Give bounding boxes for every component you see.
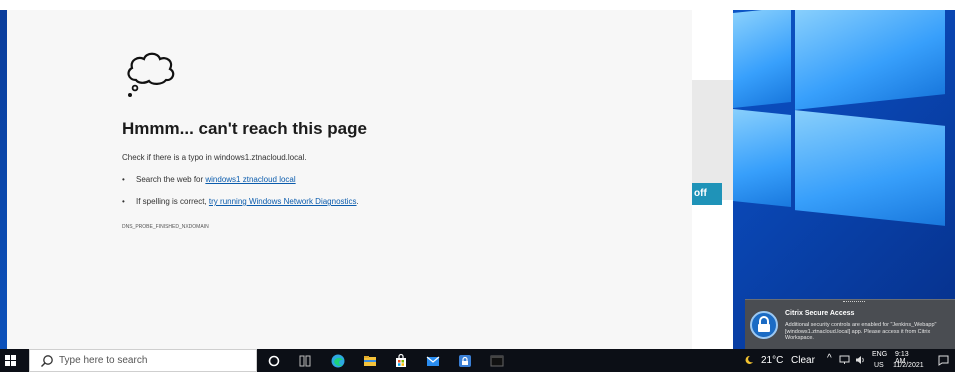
- clock-date[interactable]: 11/2/2021: [893, 362, 924, 369]
- search-web-link[interactable]: windows1 ztnacloud local: [205, 175, 295, 184]
- chevron-up-icon[interactable]: ^: [827, 353, 832, 364]
- language-region[interactable]: US: [874, 362, 884, 369]
- weather-temp[interactable]: 21°C: [761, 355, 783, 366]
- logo-pane-top-right: [795, 0, 945, 110]
- store-icon[interactable]: [393, 353, 409, 369]
- mail-icon[interactable]: [425, 353, 441, 369]
- weather-condition[interactable]: Clear: [791, 355, 815, 366]
- suggestion-list: • Search the web for windows1 ztnacloud l…: [122, 175, 359, 219]
- error-description: Check if there is a typo in windows1.ztn…: [122, 153, 307, 162]
- notification-title: Citrix Secure Access: [785, 310, 855, 317]
- error-code: DNS_PROBE_FINISHED_NXDOMAIN: [122, 224, 209, 230]
- taskbar: Type here to search 21°C Clear ^ ENG US …: [0, 349, 955, 372]
- notification-grip: [843, 301, 865, 304]
- cortana-circle-icon[interactable]: [266, 353, 282, 369]
- notification-body: Additional security controls are enabled…: [785, 322, 937, 341]
- file-explorer-icon[interactable]: [362, 353, 378, 369]
- network-diagnostics-link[interactable]: try running Windows Network Diagnostics: [209, 197, 357, 206]
- background-window-panel: [692, 80, 733, 200]
- padlock-icon: [750, 311, 778, 339]
- network-icon[interactable]: [839, 355, 850, 365]
- browser-content: Hmmm... can't reach this page Check if t…: [7, 10, 692, 349]
- logo-pane-top-left: [733, 6, 791, 109]
- thought-cloud-icon: [127, 52, 175, 97]
- citrix-notification[interactable]: Citrix Secure Access Additional security…: [745, 299, 955, 350]
- taskbar-search-box[interactable]: Type here to search: [29, 349, 257, 372]
- terminal-icon[interactable]: [489, 353, 505, 369]
- background-window[interactable]: off: [692, 10, 733, 349]
- logo-pane-bottom-left: [733, 108, 791, 208]
- logo-pane-bottom-right: [795, 110, 945, 226]
- search-icon: [41, 355, 53, 367]
- suggestion-item-search: • Search the web for windows1 ztnacloud l…: [122, 175, 296, 184]
- window-top-strip: [0, 0, 955, 10]
- edge-icon[interactable]: [330, 353, 346, 369]
- moon-weather-icon: [745, 355, 753, 364]
- search-placeholder: Type here to search: [59, 355, 148, 366]
- volume-icon[interactable]: [855, 355, 866, 365]
- error-title: Hmmm... can't reach this page: [122, 119, 367, 138]
- task-view-icon[interactable]: [297, 353, 313, 369]
- windows-start-icon[interactable]: [5, 355, 16, 366]
- suggestion-item-diagnostics: • If spelling is correct, try running Win…: [122, 197, 359, 206]
- notification-center-icon[interactable]: [938, 355, 949, 366]
- windows-logo-light: [733, 0, 953, 226]
- background-window-button[interactable]: off: [692, 183, 722, 205]
- language-indicator[interactable]: ENG: [872, 351, 887, 358]
- citrix-icon[interactable]: [457, 353, 473, 369]
